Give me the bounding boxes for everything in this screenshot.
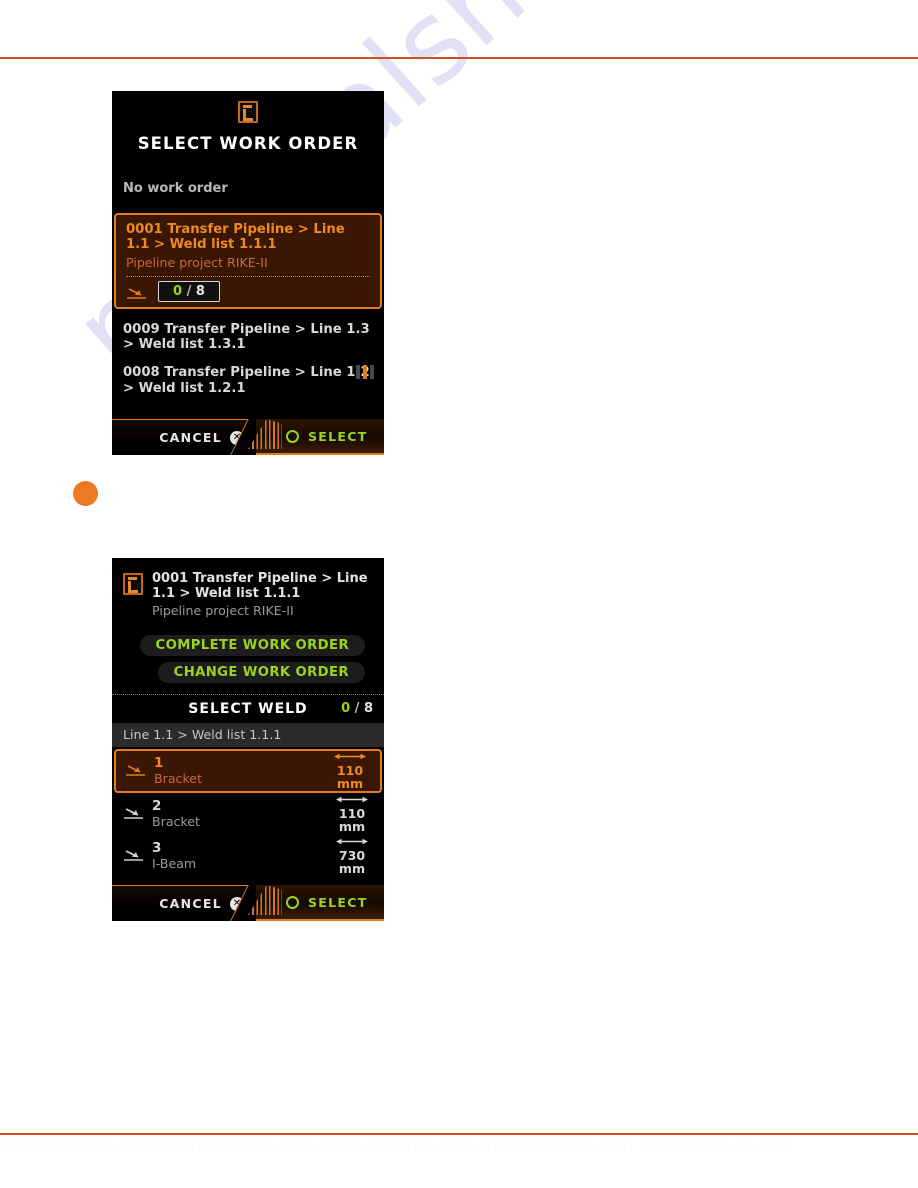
work-order-progress: 0 / 8 (126, 277, 370, 307)
cancel-button[interactable]: CANCEL ✕ (112, 885, 256, 921)
scroll-position-indicator[interactable] (356, 365, 374, 380)
weld-list-item[interactable]: 3 I-Beam 730 mm (114, 835, 382, 877)
weld-dimension-unit: mm (336, 776, 364, 792)
scroll-bar-segment (356, 365, 360, 380)
weld-symbol-icon (126, 285, 148, 299)
scroll-bar-segment-active (363, 365, 367, 380)
dimension-arrow-icon (336, 796, 368, 802)
cancel-button-label: CANCEL (159, 896, 222, 911)
select-circle-icon (286, 895, 299, 909)
weld-number: 3 (152, 839, 162, 856)
weld-list: 1 Bracket 110 mm 2 Bracket 110 mm 3 I-Be… (112, 748, 384, 877)
scroll-bar-segment (370, 365, 374, 380)
complete-work-order-button[interactable]: COMPLETE WORK ORDER (139, 634, 365, 656)
dimension-arrow-icon (334, 753, 366, 759)
select-weld-section-header: SELECT WELD 0 / 8 (112, 695, 384, 723)
header-rule (0, 57, 918, 59)
weld-progress-separator: / (354, 701, 360, 717)
work-order-card-selected[interactable]: 0001 Transfer Pipeline > Line 1.1 > Weld… (114, 213, 382, 309)
weld-dimension: 730 mm (330, 836, 374, 876)
weld-dimension: 110 mm (328, 751, 372, 791)
weld-type: Bracket (152, 814, 200, 830)
weld-symbol-icon (125, 761, 149, 780)
footer-faint-watermark: manualshive.com manualshive.com manualsh… (4, 1136, 793, 1156)
weld-dimension-value: 110 (338, 805, 366, 821)
cancel-x-icon: ✕ (230, 430, 244, 445)
weld-dimension-value: 110 (336, 762, 364, 778)
work-order-list-item[interactable]: 0008 Transfer Pipeline > Line 1.2 > Weld… (112, 352, 384, 395)
weld-progress-total: 8 (363, 701, 373, 717)
weld-symbol-icon (123, 804, 147, 823)
select-button[interactable]: SELECT (256, 419, 384, 455)
weld-type: Bracket (154, 771, 202, 787)
cancel-button-label: CANCEL (159, 430, 222, 445)
weld-type: I-Beam (152, 856, 197, 872)
weld-dimension-unit: mm (338, 861, 366, 877)
work-order-header: SELECT WORK ORDER (112, 91, 384, 153)
active-work-order-path: 0001 Transfer Pipeline > Line 1.1 > Weld… (152, 571, 368, 602)
weld-dimension-value: 730 (338, 847, 366, 863)
section-title: SELECT WELD (188, 700, 308, 717)
select-button-label: SELECT (308, 428, 368, 444)
work-order-actions: COMPLETE WORK ORDER CHANGE WORK ORDER (112, 634, 384, 683)
weld-progress-done: 0 (341, 701, 351, 717)
breadcrumb: Line 1.1 > Weld list 1.1.1 (112, 722, 384, 747)
weld-screen-header: 0001 Transfer Pipeline > Line 1.1 > Weld… (112, 558, 384, 619)
action-bar: CANCEL ✕ SELECT (112, 885, 384, 921)
weld-count-separator: / (186, 284, 192, 300)
change-work-order-button[interactable]: CHANGE WORK ORDER (157, 661, 365, 683)
work-order-list-item[interactable]: 0009 Transfer Pipeline > Line 1.3 > Weld… (112, 309, 384, 353)
weld-symbol-icon (123, 846, 147, 865)
screen-select-work-order: SELECT WORK ORDER No work order 0001 Tra… (112, 91, 384, 455)
weld-count-total: 8 (195, 284, 205, 300)
active-work-order-project: Pipeline project RIKE-II (152, 602, 294, 618)
work-order-document-icon (238, 101, 258, 123)
weld-dimension-unit: mm (338, 819, 366, 835)
action-bar: CANCEL ✕ SELECT (112, 419, 384, 455)
weld-number: 2 (152, 797, 162, 814)
weld-count-done: 0 (173, 284, 183, 300)
dimension-arrow-icon (336, 838, 368, 844)
cancel-x-icon: ✕ (230, 896, 244, 911)
weld-count-badge: 0 / 8 (158, 281, 220, 303)
work-order-list-item-label: 0008 Transfer Pipeline > Line 1.2 > Weld… (123, 365, 370, 396)
weld-progress-count: 0 / 8 (341, 701, 373, 716)
select-button[interactable]: SELECT (256, 885, 384, 921)
select-circle-icon (286, 429, 299, 443)
step-bullet-marker (73, 481, 98, 506)
select-button-label: SELECT (308, 894, 368, 910)
screen-select-weld: 0001 Transfer Pipeline > Line 1.1 > Weld… (112, 558, 384, 921)
weld-list-item[interactable]: 2 Bracket 110 mm (114, 793, 382, 835)
footer-rule (0, 1133, 918, 1135)
page-title: SELECT WORK ORDER (137, 134, 359, 153)
work-order-document-icon (123, 573, 143, 595)
weld-list-item-selected[interactable]: 1 Bracket 110 mm (114, 748, 382, 793)
work-order-project: Pipeline project RIKE-II (126, 254, 268, 270)
weld-number: 1 (154, 754, 164, 771)
cancel-button[interactable]: CANCEL ✕ (112, 419, 256, 455)
weld-dimension: 110 mm (330, 794, 374, 834)
work-order-path: 0001 Transfer Pipeline > Line 1.1 > Weld… (126, 222, 345, 253)
no-work-order-option[interactable]: No work order (112, 181, 384, 196)
